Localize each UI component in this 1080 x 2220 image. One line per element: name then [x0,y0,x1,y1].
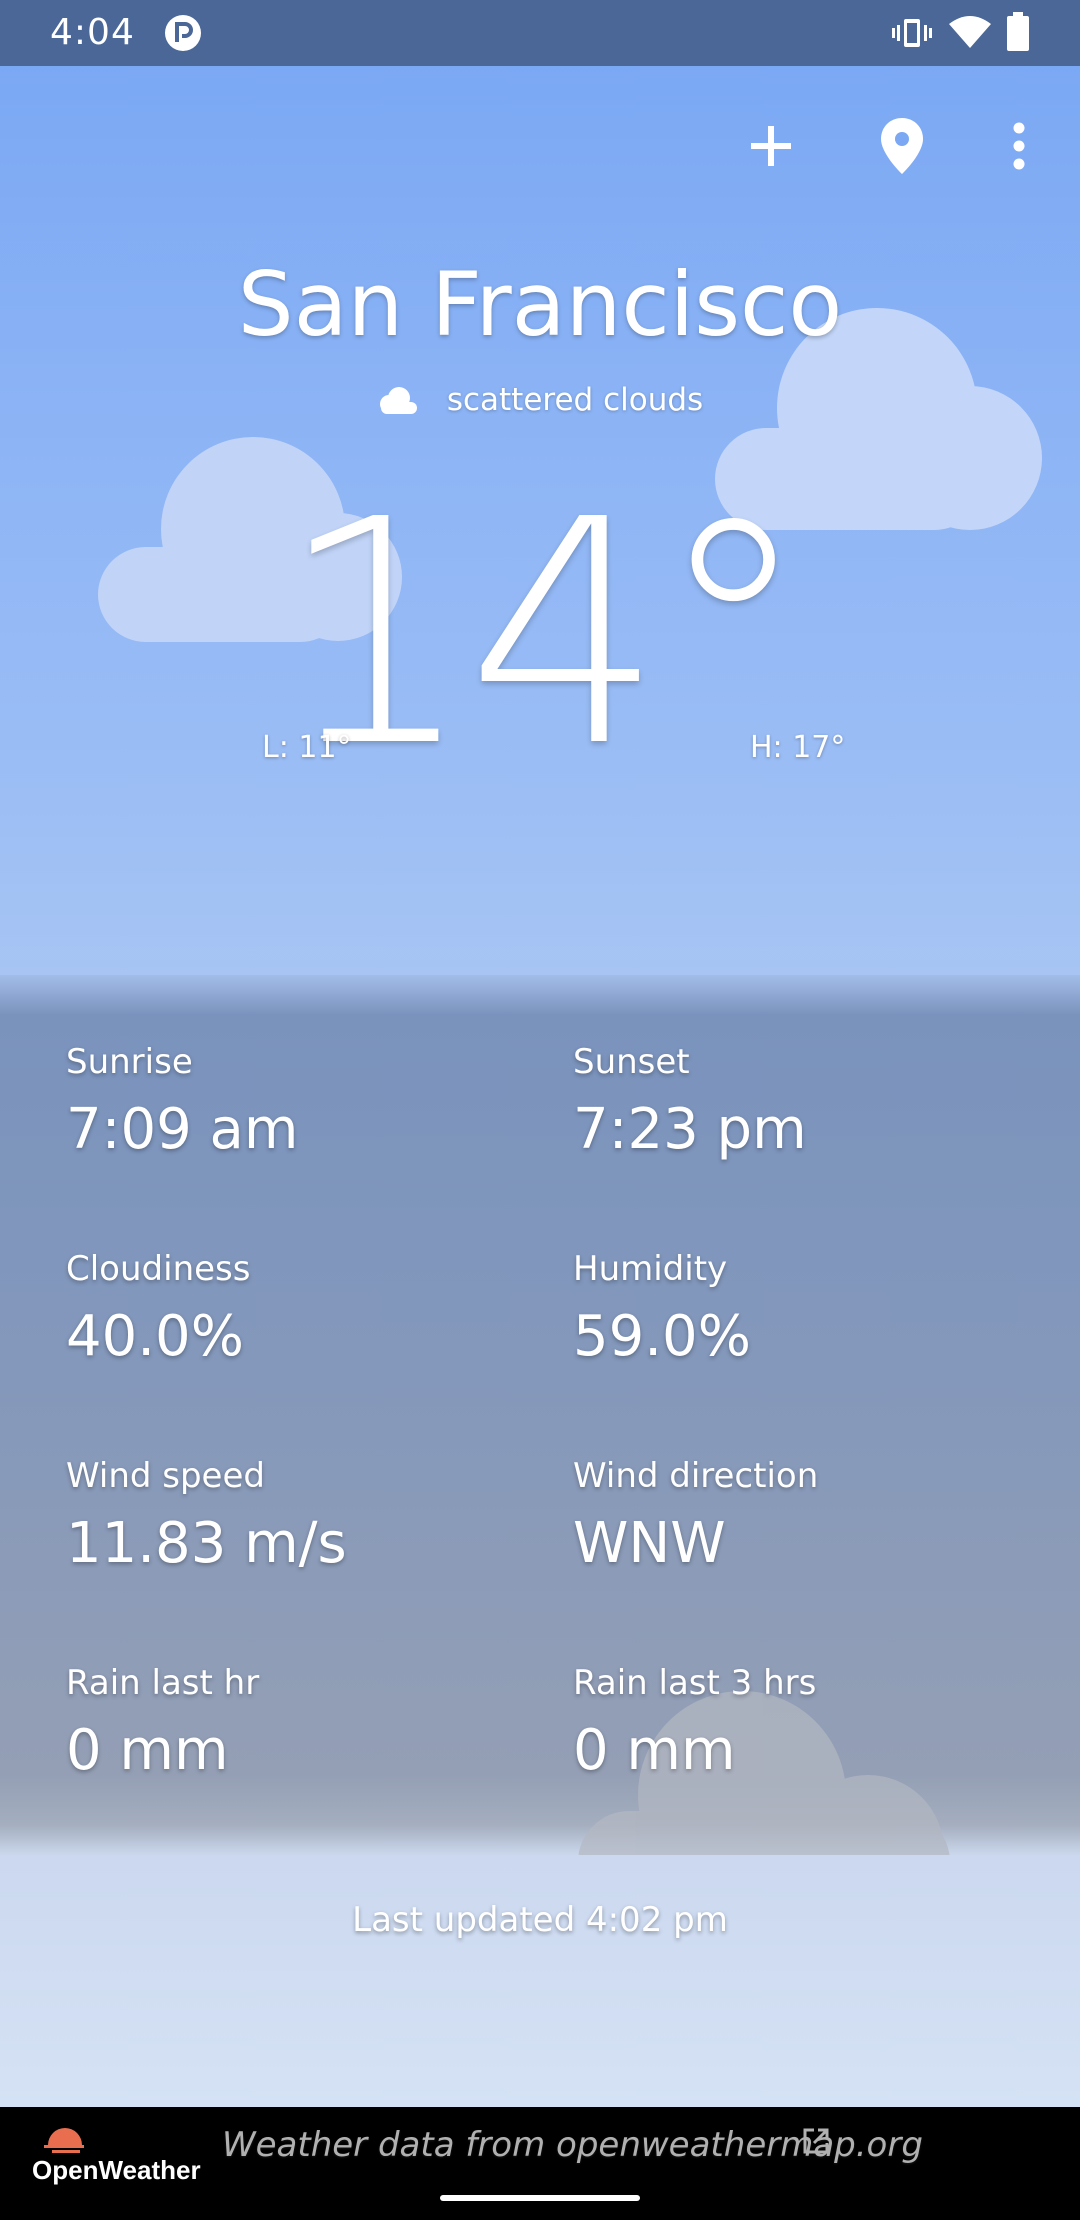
detail-label: Wind direction [573,1456,819,1496]
home-indicator[interactable] [440,2195,640,2201]
detail-value: WNW [573,1511,726,1576]
vibrate-icon [892,19,932,47]
detail-sunrise: Sunrise 7:09 am [66,1040,298,1166]
detail-label: Sunrise [66,1042,193,1082]
open-in-new-icon [803,2128,829,2154]
detail-label: Sunset [573,1042,690,1082]
status-bar: 4:04 [0,0,1080,66]
weather-details-panel: Sunrise 7:09 am Sunset 7:23 pm Cloudines… [0,975,1080,1913]
detail-sunset: Sunset 7:23 pm [573,1040,807,1166]
wifi-icon [949,16,991,48]
add-location-button[interactable] [735,110,807,182]
attribution-footer[interactable]: OpenWeather Weather data from openweathe… [0,2107,1080,2220]
cloud-icon [379,387,417,414]
condition-row: scattered clouds [0,375,1080,425]
battery-icon [1007,12,1029,51]
detail-label: Wind speed [66,1456,265,1496]
detail-rain-last-hr: Rain last hr 0 mm [66,1661,259,1787]
detail-value: 0 mm [573,1718,736,1783]
app-notification-icon [165,15,201,51]
detail-value: 7:23 pm [573,1097,807,1162]
detail-label: Rain last 3 hrs [573,1663,817,1703]
detail-value: 59.0% [573,1304,751,1369]
weather-screen: 4:04 San Francisco scattered clouds 14° … [0,0,1080,2220]
current-temperature: 14° [277,454,810,815]
detail-label: Humidity [573,1249,728,1289]
detail-humidity: Humidity 59.0% [573,1247,751,1373]
detail-wind-speed: Wind speed 11.83 m/s [66,1454,347,1580]
add-icon [751,126,791,166]
status-time: 4:04 [50,12,135,53]
last-updated-text: Last updated 4:02 pm [352,1900,728,1940]
condition-text: scattered clouds [446,382,704,418]
city-name: San Francisco [237,253,843,356]
high-temperature: H: 17° [750,730,846,765]
detail-label: Rain last hr [66,1663,260,1703]
low-temperature: L: 11° [262,730,352,765]
detail-cloudiness: Cloudiness 40.0% [66,1247,250,1373]
detail-value: 40.0% [66,1304,244,1369]
detail-rain-last-3-hrs: Rain last 3 hrs 0 mm [573,1661,816,1787]
detail-value: 0 mm [66,1718,229,1783]
detail-value: 11.83 m/s [66,1511,347,1576]
lower-background [0,1855,1080,2107]
current-location-button[interactable] [866,110,938,182]
more-vert-icon [1013,122,1025,170]
detail-value: 7:09 am [66,1097,299,1162]
location-pin-icon [881,118,923,174]
detail-wind-direction: Wind direction WNW [573,1454,818,1580]
detail-label: Cloudiness [66,1249,251,1289]
openweather-brand: OpenWeather [32,2155,201,2185]
overflow-menu-button[interactable] [983,110,1055,182]
